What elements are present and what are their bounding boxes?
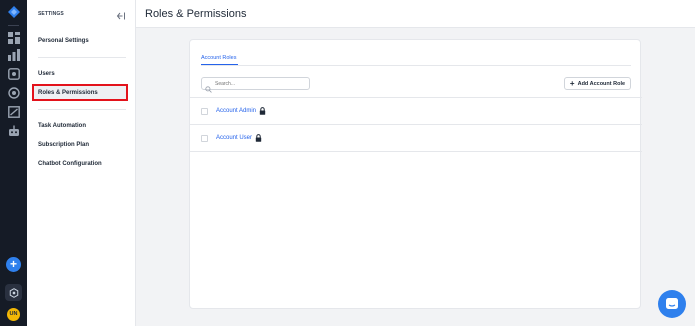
row-divider <box>190 97 642 98</box>
lock-icon <box>255 134 262 142</box>
role-name-link[interactable]: Account Admin <box>216 108 256 114</box>
reports-icon[interactable] <box>7 105 20 118</box>
contacts-icon[interactable] <box>7 86 20 99</box>
app-logo-icon[interactable] <box>7 5 20 18</box>
add-account-role-button[interactable]: + Add Account Role <box>564 77 631 90</box>
sidebar-item-subscription-plan[interactable]: Subscription Plan <box>38 142 89 148</box>
list-item: Account User <box>201 133 262 143</box>
chat-icon <box>666 298 678 309</box>
inbox-icon[interactable] <box>7 67 20 80</box>
row-checkbox[interactable] <box>201 107 208 115</box>
row-divider <box>190 124 642 125</box>
collapse-icon[interactable] <box>116 8 126 20</box>
sidebar-divider <box>38 57 126 58</box>
sidebar-item-personal-settings[interactable]: Personal Settings <box>38 38 89 44</box>
sidebar-item-chatbot-configuration[interactable]: Chatbot Configuration <box>38 161 102 167</box>
add-account-role-label: Add Account Role <box>577 80 626 87</box>
settings-sidebar: SETTINGS Personal Settings Users Roles &… <box>27 0 136 326</box>
page-title: Roles & Permissions <box>145 8 247 20</box>
role-name-link[interactable]: Account User <box>216 135 252 141</box>
row-divider <box>190 151 642 152</box>
bot-icon[interactable] <box>7 124 20 137</box>
sidebar-item-users[interactable]: Users <box>38 71 55 77</box>
chat-widget-button[interactable] <box>658 290 686 318</box>
settings-title: SETTINGS <box>38 11 64 17</box>
roles-card: Account Roles + Add Account Role Account… <box>189 39 642 309</box>
analytics-icon[interactable] <box>7 48 20 61</box>
rail-divider <box>8 25 19 26</box>
tab-account-roles[interactable]: Account Roles <box>201 55 236 61</box>
page-header: Roles & Permissions <box>136 0 695 28</box>
dashboard-icon[interactable] <box>7 31 20 44</box>
sidebar-divider <box>38 109 126 110</box>
plus-icon: + <box>569 78 575 88</box>
plus-icon[interactable]: + <box>6 257 21 272</box>
lock-icon <box>259 107 266 115</box>
search-input[interactable] <box>201 77 310 90</box>
tab-active-indicator <box>201 64 238 65</box>
sidebar-item-task-automation[interactable]: Task Automation <box>38 123 86 129</box>
search-icon <box>205 80 212 93</box>
row-checkbox[interactable] <box>201 134 208 142</box>
avatar[interactable]: UN <box>7 308 20 321</box>
settings-hex-icon[interactable] <box>5 284 22 301</box>
tab-bar-border <box>201 65 631 66</box>
sidebar-item-roles-permissions[interactable]: Roles & Permissions <box>38 90 98 96</box>
icon-rail: + UN <box>0 0 27 326</box>
list-item: Account Admin <box>201 106 266 116</box>
